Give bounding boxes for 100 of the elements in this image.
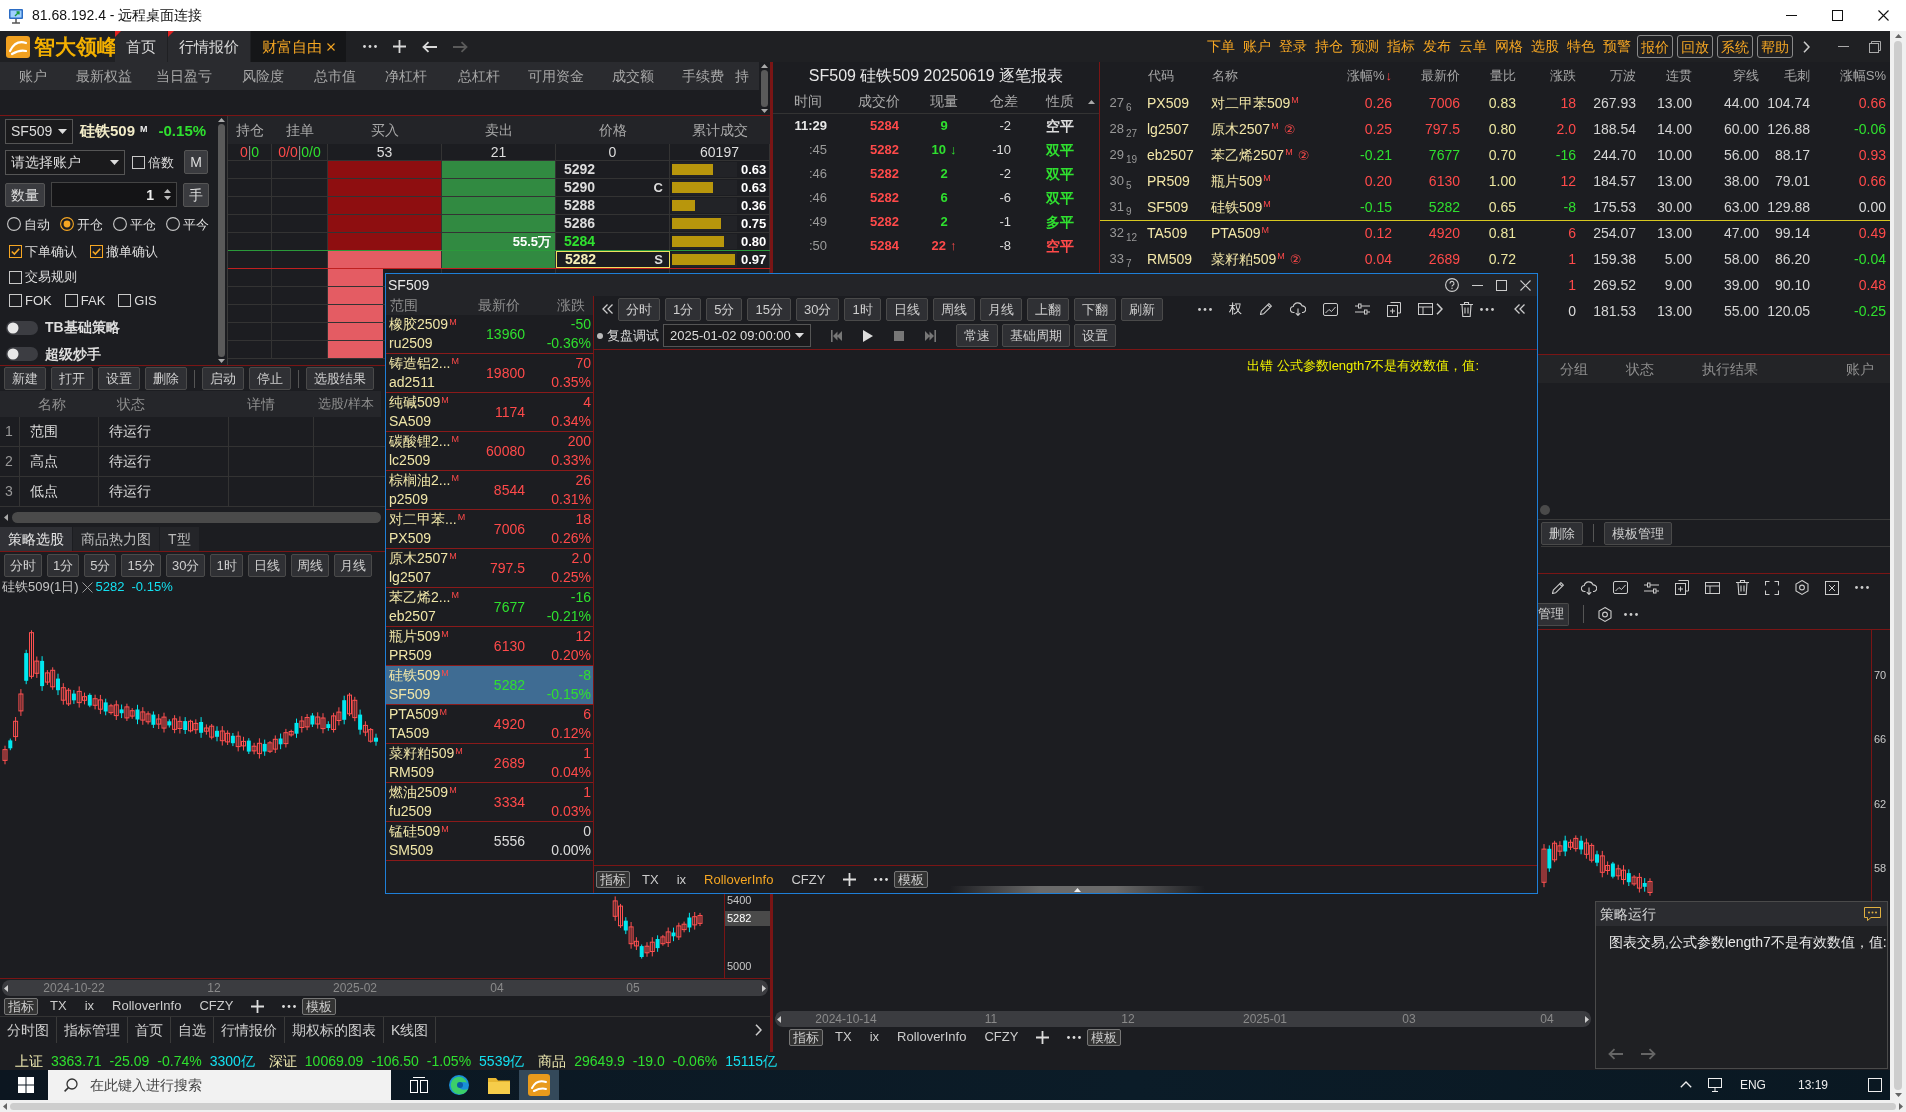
close-box-icon[interactable] [1825, 580, 1839, 595]
chevron-up-icon[interactable] [1679, 1081, 1692, 1089]
trash-icon[interactable] [1736, 580, 1749, 595]
quantity-field[interactable]: 1 [51, 182, 177, 208]
buy-cell[interactable] [328, 269, 383, 286]
copy-icon[interactable] [1386, 301, 1401, 317]
buy-cell[interactable] [328, 161, 442, 178]
indicator-tab[interactable]: CFZY [199, 998, 234, 1014]
tab[interactable]: K线图 [384, 1017, 436, 1043]
close-icon[interactable] [327, 42, 335, 51]
more-icon[interactable] [1855, 586, 1869, 589]
period-button[interactable]: 上翻 [1026, 297, 1069, 321]
radio-button[interactable] [7, 217, 21, 232]
indicator-tab[interactable]: TX [835, 1029, 852, 1045]
help-icon[interactable] [1445, 278, 1459, 292]
period-button[interactable]: 30分 [795, 297, 840, 321]
scroll-down-icon[interactable] [218, 359, 225, 363]
buy-cell[interactable] [328, 197, 442, 214]
toolbar-button[interactable]: 删除 [1541, 521, 1583, 545]
period-button[interactable]: 日线 [247, 553, 286, 577]
indicator-tab[interactable]: 模板 [1087, 1028, 1122, 1046]
account-select[interactable]: 请选择账户 [5, 149, 125, 175]
layout-icon[interactable] [1417, 303, 1433, 315]
double-chevron-left-icon[interactable] [602, 304, 613, 314]
scrollbar[interactable] [0, 1100, 1906, 1112]
chevron-right-icon[interactable] [755, 1024, 762, 1036]
more-icon[interactable] [1480, 307, 1494, 311]
buy-cell[interactable] [328, 323, 383, 340]
sliders-icon[interactable] [1644, 581, 1659, 594]
indicator-tab[interactable]: 指标 [789, 1028, 823, 1046]
more-icon[interactable] [282, 1004, 297, 1008]
column-header[interactable]: 连贯 [1666, 68, 1692, 84]
sell-cell[interactable] [442, 197, 556, 214]
period-button[interactable]: 15分 [121, 553, 161, 577]
scrollbar[interactable] [1890, 31, 1906, 1100]
trash-icon[interactable] [1459, 301, 1473, 317]
sell-cell[interactable] [442, 161, 556, 178]
list-item[interactable]: 硅铁509$^{M}$ SF509 5282 -8 -0.15% [386, 666, 593, 705]
chevron-right-icon[interactable] [1435, 303, 1443, 315]
chat-icon[interactable] [1864, 907, 1881, 921]
tab[interactable]: 行情报价 [168, 31, 250, 62]
period-button[interactable]: 1分 [47, 553, 80, 577]
search-field[interactable]: 在此键入进行搜索 [48, 1070, 391, 1100]
indicator-tab[interactable]: 指标 [596, 871, 630, 888]
indicator-tab[interactable]: 模板 [302, 997, 337, 1015]
indicator-tab[interactable]: ix [869, 1029, 879, 1045]
cloud-download-icon[interactable] [1289, 302, 1306, 316]
menu-item[interactable]: 账户 [1239, 38, 1275, 55]
tab[interactable]: 商品热力图 [73, 527, 159, 551]
toolbar-button[interactable]: 设置 [98, 367, 140, 390]
toggle-switch[interactable] [6, 320, 38, 335]
maximize-icon[interactable] [1496, 279, 1507, 291]
column-header[interactable]: 穿线 [1733, 68, 1759, 84]
indicator-tab[interactable]: RolloverInfo [112, 998, 182, 1014]
buy-cell[interactable] [328, 215, 442, 232]
sort-arrow[interactable]: ↓ [1385, 68, 1392, 84]
menu-item[interactable]: 持仓 [1311, 38, 1347, 55]
period-button[interactable]: 1时 [844, 297, 881, 321]
more-icon[interactable] [874, 878, 889, 881]
toolbar-button[interactable]: 新建 [4, 367, 46, 390]
indicator-tab[interactable]: ix [676, 871, 686, 888]
indicator-tab[interactable]: 指标 [4, 997, 38, 1015]
tab[interactable]: 分时图 [0, 1017, 56, 1043]
column-header[interactable]: 代码 [1148, 68, 1174, 84]
sell-cell[interactable] [442, 179, 556, 196]
network-icon[interactable] [1707, 1078, 1724, 1092]
toolbar-button[interactable]: 选股结果 [306, 367, 374, 390]
buy-cell[interactable] [328, 251, 442, 268]
tab[interactable]: 期权标的图表 [285, 1017, 383, 1043]
toolbar-button[interactable]: 打开 [51, 367, 93, 390]
menu-item[interactable]: 发布 [1419, 38, 1455, 55]
collapse-icon[interactable] [1074, 887, 1082, 892]
checkbox[interactable] [9, 294, 22, 308]
tab[interactable]: 财富自由 [251, 31, 346, 62]
indicator-tab[interactable]: 模板 [894, 871, 929, 888]
sell-cell[interactable]: 55.5万 [442, 233, 556, 250]
menu-item[interactable]: 下单 [1203, 38, 1239, 55]
spinner-down-icon[interactable] [164, 196, 171, 201]
toolbar-button[interactable]: 基础周期 [1002, 324, 1070, 347]
chart-image-icon[interactable] [1613, 581, 1628, 594]
period-button[interactable]: 月线 [333, 553, 372, 577]
scroll-right-icon[interactable] [762, 984, 766, 992]
scroll-left-icon[interactable] [4, 984, 8, 992]
scroll-right-icon[interactable] [1585, 1015, 1589, 1023]
arrow-right-icon[interactable] [453, 40, 468, 53]
pencil-icon[interactable] [1258, 302, 1273, 316]
scroll-up-icon[interactable] [1088, 99, 1095, 104]
chart-image-icon[interactable] [1322, 302, 1338, 316]
menu-item[interactable]: 预警 [1599, 38, 1635, 55]
tab[interactable]: 首页 [128, 1017, 170, 1043]
scroll-right-icon[interactable] [1899, 1102, 1903, 1110]
quantity-button[interactable]: 数量 [5, 182, 45, 207]
toolbar-button[interactable]: 权 [1228, 301, 1242, 317]
scroll-down-icon[interactable] [1894, 1093, 1902, 1097]
toolbar-button[interactable]: 设置 [1074, 324, 1116, 347]
price-level[interactable]: 5288 [564, 197, 596, 214]
menu-button[interactable]: 回放 [1677, 35, 1713, 58]
radio-button[interactable] [166, 217, 180, 232]
menu-item[interactable]: 登录 [1275, 38, 1311, 55]
column-header[interactable]: 量比 [1490, 68, 1516, 84]
